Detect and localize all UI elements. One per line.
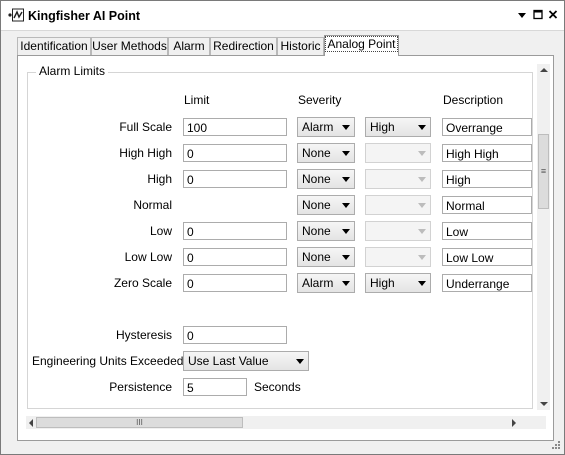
hysteresis-label: Hysteresis [115,328,172,342]
high-high-description-input[interactable]: High High [442,144,532,162]
horizontal-scrollbar[interactable]: III [26,416,546,429]
window-title: Kingfisher AI Point [28,9,141,23]
chevron-down-icon [418,229,426,234]
vertical-scroll-thumb[interactable]: ≡ [538,134,549,209]
vertical-scrollbar[interactable]: ≡ [537,64,550,410]
low-low-level-select [365,247,431,267]
scroll-up-icon[interactable] [540,67,548,73]
chevron-down-icon [342,177,350,182]
tab-identification[interactable]: Identification [17,37,91,55]
menu-dropdown-icon[interactable] [515,7,529,23]
grip-icon: III [136,418,143,427]
tab-alarm[interactable]: Alarm [168,37,210,55]
maximize-icon[interactable] [531,7,545,23]
high-description-input[interactable]: High [442,170,532,188]
high-level-select [365,169,431,189]
normal-level-select [365,195,431,215]
low-description-input[interactable]: Low [442,222,532,240]
resize-grip-icon[interactable] [549,440,561,452]
eu-exceeded-select[interactable]: Use Last Value [183,351,309,371]
high-high-severity-select[interactable]: None [297,143,355,163]
low-low-severity-select[interactable]: None [297,247,355,267]
low-limit-input[interactable]: 0 [183,222,287,240]
zero-scale-level-select[interactable]: High [365,273,431,293]
high-high-label: High High [119,146,172,160]
full-scale-description-input[interactable]: Overrange [442,118,532,136]
full-scale-severity-select[interactable]: Alarm [297,117,355,137]
persistence-input[interactable]: 5 [183,378,247,396]
analog-point-panel: Alarm Limits Limit Severity Description … [17,55,554,441]
grip-icon: ≡ [540,166,547,176]
chevron-down-icon [342,255,350,260]
chevron-down-icon [418,177,426,182]
persistence-unit-label: Seconds [254,380,301,394]
tab-user-methods[interactable]: User Methods [91,37,168,55]
normal-severity-select[interactable]: None [297,195,355,215]
group-title: Alarm Limits [36,64,109,78]
low-label: Low [149,224,172,238]
low-severity-select[interactable]: None [297,221,355,241]
high-high-level-select [365,143,431,163]
full-scale-label: Full Scale [119,120,172,134]
full-scale-limit-input[interactable]: 100 [183,118,287,136]
high-limit-input[interactable]: 0 [183,170,287,188]
close-icon[interactable] [546,7,560,23]
title-bar: Kingfisher AI Point [1,1,564,31]
low-level-select [365,221,431,241]
eu-exceeded-label: Engineering Units Exceeded [32,354,184,368]
tab-historic[interactable]: Historic [277,37,324,55]
horizontal-scroll-thumb[interactable]: III [36,417,243,428]
chevron-down-icon [342,203,350,208]
limit-column-header: Limit [184,93,210,107]
low-low-limit-input[interactable]: 0 [183,248,287,266]
high-severity-select[interactable]: None [297,169,355,189]
hysteresis-input[interactable]: 0 [183,326,287,344]
chevron-down-icon [342,229,350,234]
chevron-down-icon [418,281,426,286]
zero-scale-label: Zero Scale [113,276,172,290]
description-column-header: Description [443,93,504,107]
scroll-left-icon[interactable] [28,419,34,427]
low-low-label: Low Low [124,250,172,264]
alarm-limits-group: Alarm Limits Limit Severity Description … [27,64,533,409]
normal-description-input[interactable]: Normal [442,196,532,214]
chevron-down-icon [418,151,426,156]
tab-redirection[interactable]: Redirection [210,37,277,55]
chevron-down-icon [418,125,426,130]
high-high-limit-input[interactable]: 0 [183,144,287,162]
zero-scale-limit-input[interactable]: 0 [183,274,287,292]
chevron-down-icon [342,151,350,156]
chevron-down-icon [342,281,350,286]
low-low-description-input[interactable]: Low Low [442,248,532,266]
tab-analog-point[interactable]: Analog Point [324,35,399,56]
chevron-down-icon [342,125,350,130]
chevron-down-icon [418,203,426,208]
scroll-down-icon[interactable] [540,401,548,407]
normal-label: Normal [133,198,172,212]
severity-column-header: Severity [298,93,342,107]
zero-scale-severity-select[interactable]: Alarm [297,273,355,293]
app-icon [8,8,24,22]
full-scale-level-select[interactable]: High [365,117,431,137]
zero-scale-description-input[interactable]: Underrange [442,274,532,292]
high-label: High [147,172,172,186]
chevron-down-icon [418,255,426,260]
dialog-window: Kingfisher AI Point Identification User … [0,0,565,455]
persistence-label: Persistence [109,380,172,394]
chevron-down-icon [296,359,304,364]
scroll-right-icon[interactable] [511,419,517,427]
